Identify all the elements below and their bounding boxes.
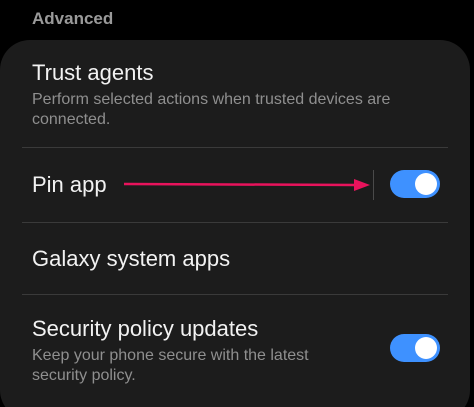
setting-title: Galaxy system apps — [32, 246, 231, 271]
settings-card: Trust agents Perform selected actions wh… — [0, 40, 470, 407]
setting-title: Trust agents — [32, 60, 154, 85]
setting-galaxy-system-apps[interactable]: Galaxy system apps — [32, 246, 430, 272]
section-header-advanced: Advanced — [32, 9, 114, 28]
toggle-knob — [415, 337, 437, 359]
settings-screen: Advanced Trust agents Perform selected a… — [0, 0, 474, 407]
annotation-arrow-icon — [124, 179, 370, 191]
security-policy-toggle[interactable] — [390, 334, 440, 362]
setting-subtitle: Keep your phone secure with the latest s… — [32, 347, 309, 384]
setting-trust-agents[interactable]: Trust agents Perform selected actions wh… — [32, 60, 430, 130]
pin-app-toggle[interactable] — [390, 170, 440, 198]
setting-title: Security policy updates — [32, 316, 259, 341]
toggle-knob — [415, 173, 437, 195]
divider — [22, 222, 448, 223]
divider — [22, 294, 448, 295]
setting-subtitle: Perform selected actions when trusted de… — [32, 91, 391, 128]
divider — [22, 147, 448, 148]
setting-security-policy-updates[interactable]: Security policy updates Keep your phone … — [32, 316, 430, 386]
